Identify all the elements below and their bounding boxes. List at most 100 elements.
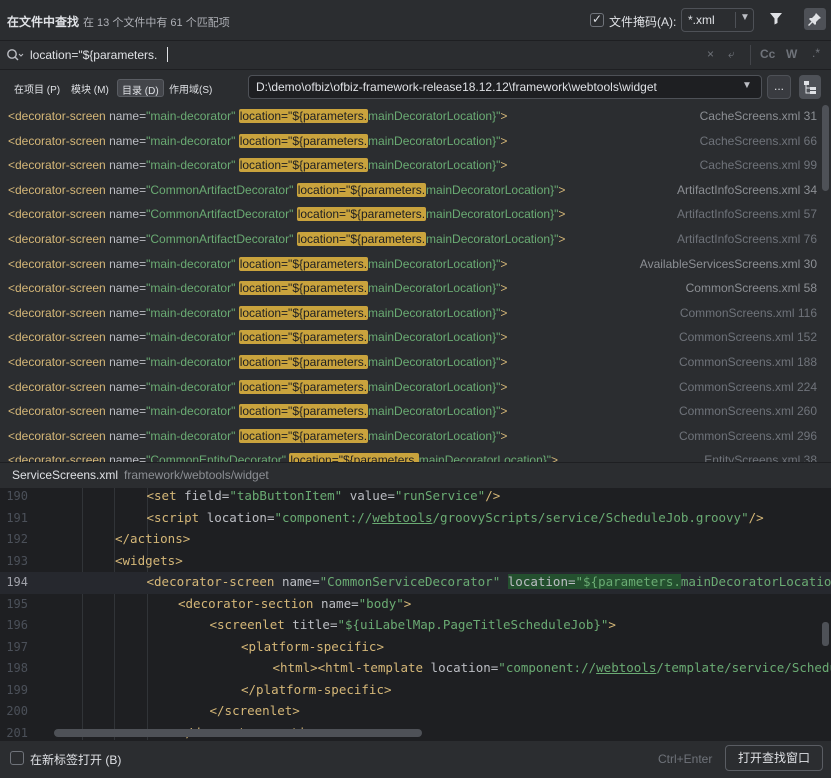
code-token: location bbox=[507, 574, 568, 589]
filter-icon[interactable] bbox=[768, 10, 784, 29]
result-row[interactable]: <decorator-screen name="main-decorator" … bbox=[0, 400, 820, 425]
result-row[interactable]: <decorator-screen name="main-decorator" … bbox=[0, 253, 820, 278]
result-code: <decorator-screen name="main-decorator" … bbox=[8, 379, 507, 394]
code-token: name bbox=[109, 305, 140, 320]
code-line[interactable]: 191 <script location="component://webtool… bbox=[0, 508, 831, 530]
open-in-new-tab-label: 在新标签打开 (B) bbox=[30, 753, 122, 767]
code-token: <widgets> bbox=[115, 552, 183, 568]
newline-icon[interactable]: ⤶ bbox=[728, 47, 735, 62]
code-token: mainDecoratorLocation}" bbox=[368, 355, 501, 369]
result-row[interactable]: <decorator-screen name="CommonArtifactDe… bbox=[0, 179, 820, 204]
result-file-location: ArtifactInfoScreens.xml 76 bbox=[676, 232, 817, 246]
results-list: <decorator-screen name="main-decorator" … bbox=[0, 105, 831, 462]
code-token: "component:// bbox=[498, 660, 597, 675]
code-token: field bbox=[184, 488, 222, 503]
code-token: "main-decorator" bbox=[146, 109, 236, 123]
file-mask-checkbox[interactable] bbox=[590, 12, 604, 27]
open-find-window-button[interactable]: 打开查找窗口 bbox=[725, 745, 823, 771]
code-token: mainDecoratorLocation}" bbox=[680, 574, 831, 589]
code-token: name bbox=[109, 281, 140, 296]
match-highlight: location="${parameters. bbox=[238, 133, 369, 148]
code-preview-editor[interactable]: 190 <set field="tabButtonItem" value="run… bbox=[0, 488, 831, 740]
result-row[interactable]: <decorator-screen name="main-decorator" … bbox=[0, 302, 820, 327]
scope-tab-project[interactable]: 在项目 (P) bbox=[10, 79, 64, 97]
chevron-down-icon[interactable]: ▼ bbox=[742, 80, 752, 91]
code-token: <decorator-screen bbox=[8, 379, 110, 394]
code-line[interactable]: 200 </screenlet> bbox=[0, 701, 831, 723]
code-token: <decorator-screen bbox=[146, 574, 282, 589]
code-token: name bbox=[109, 379, 140, 394]
code-line[interactable]: 195 <decorator-section name="body"> bbox=[0, 594, 831, 616]
code-token: > bbox=[608, 617, 616, 632]
result-code: <decorator-screen name="main-decorator" … bbox=[8, 109, 507, 123]
code-line[interactable]: 190 <set field="tabButtonItem" value="run… bbox=[0, 488, 831, 508]
code-line[interactable]: 197 <platform-specific> bbox=[0, 637, 831, 659]
result-row[interactable]: <decorator-screen name="main-decorator" … bbox=[0, 425, 820, 450]
code-token: > bbox=[500, 355, 508, 369]
match-highlight: location="${parameters. bbox=[238, 355, 369, 369]
result-code: <decorator-screen name="main-decorator" … bbox=[8, 256, 507, 271]
code-token: mainDecoratorLocation}" bbox=[368, 330, 501, 345]
open-in-new-tab-checkbox[interactable] bbox=[10, 751, 24, 765]
scope-tab-scope[interactable]: 作用域(S) bbox=[165, 79, 216, 97]
code-token: mainDecoratorLocation}" bbox=[426, 182, 559, 197]
code-token: "CommonArtifactDecorator" bbox=[146, 182, 294, 197]
code-token: "main-decorator" bbox=[146, 330, 236, 345]
code-line[interactable]: 193 <widgets> bbox=[0, 551, 831, 573]
result-code: <decorator-screen name="main-decorator" … bbox=[8, 281, 507, 296]
code-token: <decorator-screen bbox=[8, 453, 110, 462]
result-row[interactable]: <decorator-screen name="main-decorator" … bbox=[0, 130, 820, 155]
pin-icon[interactable] bbox=[804, 8, 826, 30]
result-row[interactable]: <decorator-screen name="CommonArtifactDe… bbox=[0, 203, 820, 228]
search-input[interactable] bbox=[30, 46, 690, 64]
code-line[interactable]: 198 <html><html-template location="compon… bbox=[0, 658, 831, 680]
browse-button[interactable]: ... bbox=[767, 75, 791, 99]
code-token: "CommonArtifactDecorator" bbox=[146, 232, 294, 246]
result-file-location: CacheScreens.xml 66 bbox=[699, 133, 817, 148]
search-icon[interactable] bbox=[6, 48, 24, 65]
code-token: <decorator-screen bbox=[8, 207, 110, 222]
horizontal-scrollbar[interactable] bbox=[54, 729, 422, 737]
code-token: <decorator-screen bbox=[8, 305, 110, 320]
code-token: "main-decorator" bbox=[146, 281, 236, 296]
clear-icon[interactable]: × bbox=[707, 47, 714, 61]
text-cursor bbox=[167, 47, 168, 62]
code-token: <decorator-screen bbox=[8, 109, 110, 123]
code-content: <html><html-template location="component… bbox=[273, 660, 831, 675]
result-row[interactable]: <decorator-screen name="main-decorator" … bbox=[0, 277, 820, 302]
code-token: > bbox=[558, 182, 566, 197]
result-row[interactable]: <decorator-screen name="CommonEntityDeco… bbox=[0, 449, 820, 462]
match-highlight: location="${parameters. bbox=[238, 158, 369, 173]
code-token: name bbox=[109, 232, 140, 246]
code-line[interactable]: 199 </platform-specific> bbox=[0, 680, 831, 702]
code-token: name bbox=[109, 428, 140, 443]
regex-icon[interactable]: .* bbox=[812, 46, 820, 60]
result-row[interactable]: <decorator-screen name="main-decorator" … bbox=[0, 154, 820, 179]
match-highlight: location="${parameters. bbox=[296, 182, 427, 197]
whole-word-icon[interactable]: W bbox=[786, 47, 797, 61]
result-file-location: CacheScreens.xml 99 bbox=[699, 158, 817, 173]
chevron-down-icon[interactable]: ▼ bbox=[735, 12, 753, 28]
scope-tab-directory[interactable]: 目录 (D) bbox=[117, 79, 164, 97]
result-row[interactable]: <decorator-screen name="CommonArtifactDe… bbox=[0, 228, 820, 253]
match-case-icon[interactable]: Cc bbox=[760, 47, 775, 61]
code-line[interactable]: 192 </actions> bbox=[0, 529, 831, 551]
code-line[interactable]: 194 <decorator-screen name="CommonService… bbox=[0, 572, 831, 594]
code-token: "CommonArtifactDecorator" bbox=[146, 207, 294, 222]
result-row[interactable]: <decorator-screen name="main-decorator" … bbox=[0, 105, 820, 130]
scope-tab-module[interactable]: 模块 (M) bbox=[67, 79, 113, 97]
result-row[interactable]: <decorator-screen name="main-decorator" … bbox=[0, 351, 820, 376]
match-highlight: location="${parameters. bbox=[238, 330, 369, 345]
results-scrollbar[interactable] bbox=[822, 105, 829, 191]
code-token: > bbox=[551, 453, 559, 462]
result-row[interactable]: <decorator-screen name="main-decorator" … bbox=[0, 376, 820, 401]
line-number: 191 bbox=[6, 510, 28, 525]
editor-scrollbar[interactable] bbox=[822, 622, 829, 646]
code-token: "main-decorator" bbox=[146, 404, 236, 419]
code-token: <decorator-screen bbox=[8, 133, 110, 148]
code-content: </screenlet> bbox=[210, 703, 300, 718]
code-line[interactable]: 196 <screenlet title="${uiLabelMap.PageTi… bbox=[0, 615, 831, 637]
tree-view-icon[interactable] bbox=[799, 75, 821, 99]
result-row[interactable]: <decorator-screen name="main-decorator" … bbox=[0, 326, 820, 351]
